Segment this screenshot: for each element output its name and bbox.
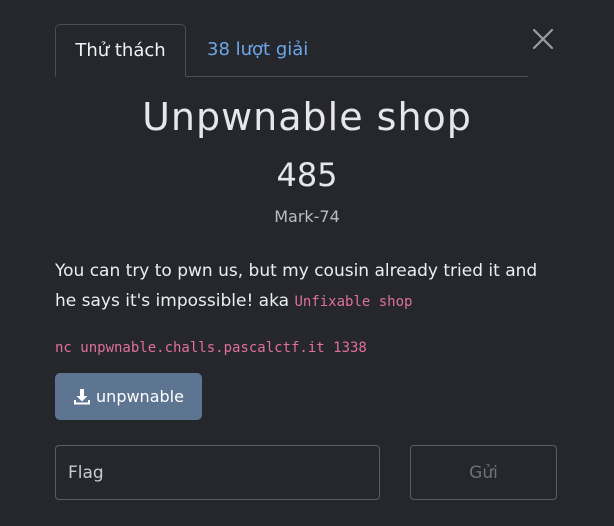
- close-icon: [532, 28, 554, 50]
- flag-input[interactable]: [55, 445, 380, 500]
- challenge-author: Mark-74: [274, 207, 340, 226]
- submit-button[interactable]: Gửi: [410, 445, 557, 500]
- tab-challenge[interactable]: Thử thách: [55, 24, 186, 77]
- close-button[interactable]: [528, 24, 558, 54]
- tab-solves[interactable]: 38 lượt giải: [207, 24, 308, 76]
- download-button[interactable]: unpwnable: [55, 373, 202, 420]
- challenge-modal: Thử thách 38 lượt giải Unpwnable shop 48…: [0, 0, 614, 526]
- challenge-description: You can try to pwn us, but my cousin alr…: [55, 256, 555, 317]
- download-label: unpwnable: [96, 387, 184, 406]
- description-code: Unfixable shop: [294, 294, 413, 310]
- challenge-title: Unpwnable shop: [142, 95, 472, 139]
- tab-bar: Thử thách 38 lượt giải: [55, 24, 528, 77]
- download-icon: [73, 388, 91, 406]
- connection-command: nc unpwnable.challs.pascalctf.it 1338: [55, 340, 367, 356]
- challenge-points: 485: [276, 156, 338, 194]
